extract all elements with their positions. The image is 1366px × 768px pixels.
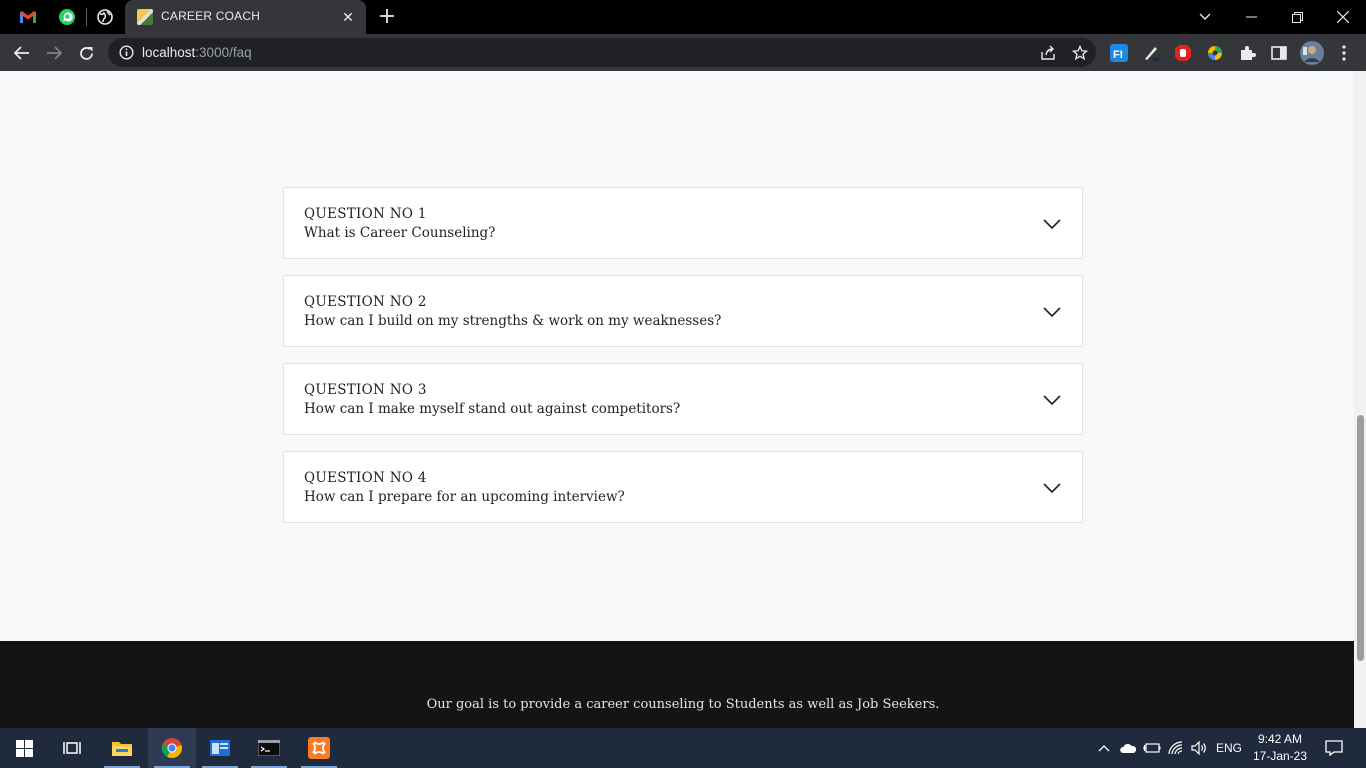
faq-item-4[interactable]: QUESTION NO 4 How can I prepare for an u… bbox=[283, 451, 1083, 523]
volume-tray[interactable] bbox=[1188, 728, 1210, 768]
back-button[interactable] bbox=[9, 40, 35, 66]
cloud-icon bbox=[1120, 743, 1137, 753]
faq-question-text: How can I prepare for an upcoming interv… bbox=[304, 489, 625, 505]
wifi-tray[interactable] bbox=[1165, 728, 1187, 768]
url-text[interactable]: localhost:3000/faq bbox=[142, 45, 252, 60]
battery-icon bbox=[1143, 743, 1161, 753]
page-viewport: QUESTION NO 1 What is Career Counseling?… bbox=[0, 71, 1366, 728]
arrow-right-icon bbox=[47, 46, 62, 60]
browser-toolbar: localhost:3000/faq FI bbox=[0, 34, 1366, 71]
folder-icon bbox=[112, 742, 132, 756]
bookmark-star-icon[interactable] bbox=[1070, 43, 1090, 63]
chevron-down-icon bbox=[1199, 13, 1211, 20]
globe-icon bbox=[97, 9, 113, 25]
whatsapp-pinned-tab[interactable] bbox=[54, 5, 80, 29]
faq-list: QUESTION NO 1 What is Career Counseling?… bbox=[283, 187, 1083, 539]
faq-question-text: How can I build on my strengths & work o… bbox=[304, 313, 722, 329]
taskbar-xampp[interactable] bbox=[295, 728, 343, 768]
tab-career-coach[interactable]: CAREER COACH ✕ bbox=[125, 0, 366, 34]
tab-strip: CAREER COACH ✕ bbox=[0, 0, 1366, 34]
close-icon bbox=[1337, 11, 1349, 23]
app-window-icon bbox=[210, 740, 230, 756]
faq-question-number: QUESTION NO 2 bbox=[304, 294, 427, 310]
clock-time: 9:42 AM bbox=[1257, 732, 1303, 746]
faq-question-number: QUESTION NO 3 bbox=[304, 382, 427, 398]
site-footer: Our goal is to provide a career counseli… bbox=[0, 641, 1354, 728]
share-icon[interactable] bbox=[1038, 43, 1058, 63]
chevron-down-icon[interactable] bbox=[1042, 214, 1062, 234]
extension-pen-icon[interactable] bbox=[1141, 43, 1161, 63]
gmail-icon bbox=[20, 11, 36, 23]
forward-button[interactable] bbox=[41, 40, 67, 66]
tab-search-button[interactable] bbox=[1182, 0, 1228, 34]
wifi-icon bbox=[1168, 741, 1183, 755]
faq-question-number: QUESTION NO 1 bbox=[304, 206, 427, 222]
svg-text:FI: FI bbox=[1113, 49, 1123, 61]
minimize-icon bbox=[1245, 16, 1257, 18]
page-scrollbar[interactable] bbox=[1354, 71, 1366, 728]
chevron-down-icon[interactable] bbox=[1042, 390, 1062, 410]
side-panel-icon[interactable] bbox=[1269, 43, 1289, 63]
tab-title: CAREER COACH bbox=[161, 9, 261, 23]
chrome-icon bbox=[161, 738, 182, 759]
task-view-icon bbox=[63, 742, 81, 754]
faq-question-text: What is Career Counseling? bbox=[304, 225, 496, 241]
chevron-down-icon[interactable] bbox=[1042, 478, 1062, 498]
windows-logo-icon bbox=[15, 739, 33, 757]
windows-taskbar: ENG 9:42 AM 17-Jan-23 bbox=[0, 728, 1366, 768]
chevron-up-icon bbox=[1098, 745, 1110, 752]
taskbar-chrome[interactable] bbox=[148, 728, 196, 768]
extensions-puzzle-icon[interactable] bbox=[1237, 43, 1257, 63]
reload-icon bbox=[79, 46, 93, 60]
clock-date: 17-Jan-23 bbox=[1252, 749, 1308, 763]
pinned-tabs-divider bbox=[86, 8, 87, 26]
faq-question-text: How can I make myself stand out against … bbox=[304, 401, 681, 417]
show-hidden-icons-button[interactable] bbox=[1094, 728, 1114, 768]
site-info-icon[interactable] bbox=[119, 45, 134, 65]
close-tab-icon[interactable]: ✕ bbox=[340, 9, 356, 25]
faq-item-3[interactable]: QUESTION NO 3 How can I make myself stan… bbox=[283, 363, 1083, 435]
extension-adblock-icon[interactable] bbox=[1173, 43, 1193, 63]
globe-pinned-tab[interactable] bbox=[92, 5, 118, 29]
whatsapp-icon bbox=[59, 9, 75, 25]
battery-tray[interactable] bbox=[1141, 728, 1163, 768]
chevron-down-icon[interactable] bbox=[1042, 302, 1062, 322]
terminal-icon bbox=[258, 740, 280, 756]
faq-question-number: QUESTION NO 4 bbox=[304, 470, 427, 486]
language-indicator[interactable]: ENG bbox=[1212, 728, 1246, 768]
system-clock[interactable]: 9:42 AM 17-Jan-23 bbox=[1244, 731, 1316, 765]
more-menu-icon[interactable] bbox=[1334, 43, 1354, 63]
new-tab-button[interactable] bbox=[376, 6, 398, 28]
footer-goal-text: Our goal is to provide a career counseli… bbox=[426, 697, 940, 712]
taskbar-terminal[interactable] bbox=[245, 728, 293, 768]
scrollbar-thumb[interactable] bbox=[1357, 415, 1364, 661]
url-path: :3000/faq bbox=[195, 45, 252, 60]
address-bar[interactable]: localhost:3000/faq bbox=[108, 38, 1096, 67]
speaker-icon bbox=[1191, 741, 1206, 755]
taskbar-file-explorer[interactable] bbox=[98, 728, 146, 768]
restore-button[interactable] bbox=[1274, 0, 1320, 34]
profile-avatar[interactable] bbox=[1300, 41, 1324, 65]
notification-icon bbox=[1325, 740, 1343, 756]
task-view-button[interactable] bbox=[48, 728, 96, 768]
site-favicon-icon bbox=[137, 9, 153, 25]
restore-icon bbox=[1291, 11, 1303, 23]
reload-button[interactable] bbox=[73, 40, 99, 66]
notification-center-button[interactable] bbox=[1320, 728, 1348, 768]
faq-item-1[interactable]: QUESTION NO 1 What is Career Counseling? bbox=[283, 187, 1083, 259]
arrow-left-icon bbox=[14, 46, 29, 60]
extension-fi-icon[interactable]: FI bbox=[1109, 43, 1129, 63]
plus-icon bbox=[380, 9, 394, 23]
onedrive-tray[interactable] bbox=[1116, 728, 1140, 768]
start-button[interactable] bbox=[0, 728, 48, 768]
xampp-icon bbox=[308, 737, 330, 759]
close-window-button[interactable] bbox=[1320, 0, 1366, 34]
minimize-button[interactable] bbox=[1228, 0, 1274, 34]
gmail-pinned-tab[interactable] bbox=[15, 5, 41, 29]
url-host: localhost bbox=[142, 45, 196, 60]
faq-item-2[interactable]: QUESTION NO 2 How can I build on my stre… bbox=[283, 275, 1083, 347]
taskbar-app-window[interactable] bbox=[196, 728, 244, 768]
extension-colorful-icon[interactable] bbox=[1205, 43, 1225, 63]
